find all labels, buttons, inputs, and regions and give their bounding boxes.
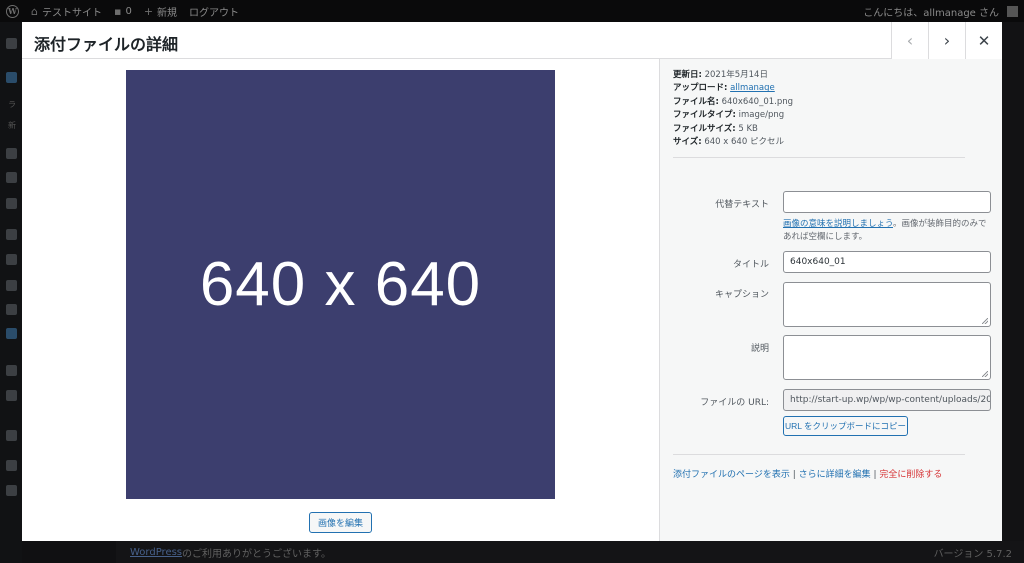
description-label: 説明 [750,344,769,354]
edit-image-button[interactable]: 画像を編集 [309,512,372,533]
caption-textarea[interactable] [783,282,991,327]
title-input[interactable]: 640x640_01 [783,251,991,273]
filetype-label: ファイルタイプ: [673,110,736,121]
divider [673,157,965,158]
filesize-label: ファイルサイズ: [673,123,736,134]
version-text: バージョン 5.7.2 [933,548,1012,560]
wordpress-logo-icon: W [6,4,19,18]
media-icon[interactable] [6,172,17,183]
dimensions-value: 640 x 640 ピクセル [704,137,784,148]
filesize-value: 5 KB [738,123,758,134]
settings-icon[interactable] [6,72,17,83]
info-icon[interactable] [6,460,17,471]
uploader-link[interactable]: allmanage [730,83,775,93]
title-label: タイトル [732,260,769,270]
users-icon[interactable] [6,280,17,291]
gear-icon[interactable] [6,430,17,441]
close-icon: ✕ [977,31,991,50]
alt-text-input[interactable] [783,191,991,213]
footer-thanks: のご利用ありがとうございます。 [182,548,332,560]
attachment-image: 640 x 640 [126,70,555,499]
avatar [1007,5,1018,17]
edit-more-details-link[interactable]: さらに詳細を編集 [799,470,871,480]
delete-permanently-link[interactable]: 完全に削除する [879,470,942,480]
modal-header: 添付ファイルの詳細 ‹ › ✕ [22,22,1002,59]
tools-icon[interactable] [6,304,17,315]
resize-handle-icon[interactable] [982,318,988,324]
attachment-preview: 640 x 640 画像を編集 [22,59,659,541]
file-url-input[interactable]: http://start-up.wp/wp/wp-content/uploads… [783,389,991,411]
divider [673,454,965,455]
site-name: テストサイト [41,7,102,19]
file-metadata: 更新日: 2021年5月14日 アップロード: allmanage ファイル名:… [673,69,793,149]
uploaded-value: 2021年5月14日 [704,70,768,80]
chevron-left-icon: ‹ [906,31,914,50]
image-placeholder-text: 640 x 640 [199,250,482,319]
admin-footer: WordPress のご利用ありがとうございます。 バージョン 5.7.2 [116,541,1024,563]
logout-label: ログアウト [189,7,240,19]
action-separator: | [789,470,799,480]
chevron-right-icon: › [943,31,951,50]
attachment-details-modal: 添付ファイルの詳細 ‹ › ✕ 640 x 640 画像を編集 更新日: 202… [22,22,1002,541]
table-icon[interactable] [6,390,17,401]
close-modal-button[interactable]: ✕ [965,22,1002,59]
home-icon: ⌂ [31,4,38,18]
comments-menu[interactable]: ▪ 0 [108,0,138,22]
filename-label: ファイル名: [673,96,719,107]
alt-text-label: 代替テキスト [715,200,769,210]
page-backdrop [1002,22,1024,541]
dashboard-icon[interactable] [6,38,17,49]
my-account-menu[interactable]: こんにちは、allmanage さん [857,0,1024,22]
file-url-label: ファイルの URL: [700,398,769,408]
wordpress-link[interactable]: WordPress [130,547,182,558]
alt-text-help-link[interactable]: 画像の意味を説明しましょう [783,219,893,229]
previous-attachment-button[interactable]: ‹ [891,22,928,59]
pin-icon[interactable] [6,148,17,159]
new-content-menu[interactable]: + 新規 [138,0,183,22]
copy-url-button[interactable]: URL をクリップボードにコピー [783,416,908,436]
custom-plugin-icon[interactable] [6,328,17,339]
alt-text-help: 画像の意味を説明しましょう。画像が装飾目的のみであれば空欄にします。 [783,218,993,244]
filetype-value: image/png [738,110,785,121]
uploader-label: アップロード: [673,83,728,94]
site-name-menu[interactable]: ⌂ テストサイト [25,0,108,22]
dimensions-label: サイズ: [673,137,702,148]
resize-handle-icon[interactable] [982,371,988,377]
grid-icon[interactable] [6,365,17,376]
sidebar-menu-fragment: ラ [8,100,16,109]
attachment-info-panel: 更新日: 2021年5月14日 アップロード: allmanage ファイル名:… [659,59,1002,541]
caption-label: キャプション [714,290,769,300]
description-textarea[interactable] [783,335,991,380]
next-attachment-button[interactable]: › [928,22,965,59]
comment-icon: ▪ [113,4,122,18]
uploaded-label: 更新日: [673,70,702,80]
appearance-icon[interactable] [6,229,17,240]
filename-value: 640x640_01.png [721,96,794,107]
attachment-actions: 添付ファイルのページを表示 | さらに詳細を編集 | 完全に削除する [673,467,942,480]
new-label: 新規 [157,7,178,19]
wp-logo-menu[interactable]: W [0,0,25,22]
modal-title: 添付ファイルの詳細 [34,35,179,54]
logout-link[interactable]: ログアウト [183,0,245,22]
comments-count: 0 [125,5,132,17]
pages-icon[interactable] [6,198,17,209]
view-attachment-page-link[interactable]: 添付ファイルのページを表示 [673,470,790,480]
greeting: こんにちは、allmanage さん [863,7,999,19]
sidebar-submenu-fragment: 新 [8,121,16,130]
plus-icon: + [143,4,154,18]
plugins-icon[interactable] [6,254,17,265]
admin-sidebar: ラ 新 [0,22,22,563]
collapse-menu-icon[interactable] [6,485,17,496]
admin-bar: W ⌂ テストサイト ▪ 0 + 新規 ログアウト こんにちは、allmanag… [0,0,1024,22]
